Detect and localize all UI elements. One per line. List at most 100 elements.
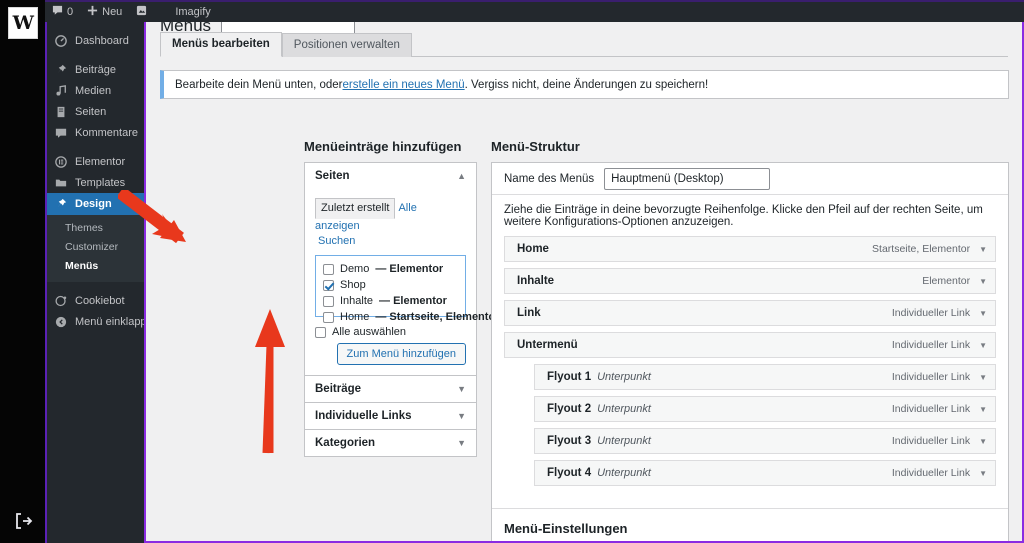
pages-checkbox-list: Demo — Elementor Shop Inhalte — Elemento…	[315, 255, 499, 323]
sidebar-item-cookiebot[interactable]: Cookiebot	[47, 290, 144, 311]
adminbar-new-label: Neu	[102, 6, 123, 18]
adminbar-new[interactable]: Neu	[80, 1, 129, 23]
tab-positionen-verwalten[interactable]: Positionen verwalten	[281, 33, 412, 57]
menu-item-untermenue[interactable]: Untermenü Individueller Link ▼	[504, 332, 996, 358]
wp-admin-bar: 0 Neu Imagify	[45, 0, 1024, 22]
adminbar-comments-count: 0	[67, 6, 74, 18]
menu-item-type: Startseite, Elementor	[872, 243, 971, 255]
page-tabs: Menüs bearbeiten Positionen verwalten	[160, 32, 1008, 57]
sidebar-label: Dashboard	[75, 34, 129, 47]
page-row-demo[interactable]: Demo — Elementor	[323, 262, 458, 278]
chevron-down-icon[interactable]: ▼	[979, 373, 987, 382]
sidebar-item-kommentare[interactable]: Kommentare	[47, 122, 144, 143]
menu-item-title: Untermenü	[517, 339, 578, 351]
demo-checkbox[interactable]	[323, 264, 334, 275]
menu-item-meta: Individueller Link ▼	[892, 435, 987, 447]
info-notice: Bearbeite dein Menü unten, oder erstelle…	[160, 70, 1009, 99]
main-content: Menüs Menüs bearbeiten Positionen verwal…	[146, 22, 1022, 541]
accordion-beitraege-header[interactable]: Beiträge ▼	[305, 376, 476, 402]
screenshot-root: W 0 Neu Imagify Dashboard Beiträge Medie…	[0, 0, 1024, 543]
elementor-icon	[54, 155, 68, 168]
app-rail: W	[0, 0, 45, 543]
chevron-down-icon: ▼	[457, 384, 466, 394]
page-suffix: — Startseite, Elementor	[375, 311, 500, 323]
adminbar-comments[interactable]: 0	[45, 1, 80, 23]
sidebar-item-beitraege[interactable]: Beiträge	[47, 59, 144, 80]
add-menu-items-column: Seiten ▲ Zuletzt erstellt Alle anzeigen S…	[304, 162, 499, 457]
logout-icon[interactable]	[14, 512, 33, 530]
page-label: Shop	[340, 279, 366, 291]
pages-tab-suchen[interactable]: Suchen	[315, 233, 358, 249]
menu-item-flyout-2[interactable]: Flyout 2 Unterpunkt Individueller Link ▼	[534, 396, 996, 422]
accordion-links-header[interactable]: Individuelle Links ▼	[305, 403, 476, 429]
select-all-checkbox[interactable]	[315, 326, 326, 338]
page-row-shop[interactable]: Shop	[323, 278, 458, 294]
adminbar-imagify-icon-wrap[interactable]	[129, 1, 154, 23]
shop-checkbox[interactable]	[323, 280, 334, 291]
menu-item-meta: Individueller Link ▼	[892, 339, 987, 351]
page-row-inhalte[interactable]: Inhalte — Elementor	[323, 294, 458, 310]
menu-item-flyout-1[interactable]: Flyout 1 Unterpunkt Individueller Link ▼	[534, 364, 996, 390]
select-all-label: Alle auswählen	[332, 326, 406, 338]
add-to-menu-button[interactable]: Zum Menü hinzufügen	[336, 343, 466, 365]
accordion-seiten-header[interactable]: Seiten ▲	[305, 163, 476, 189]
wordpress-logo: W	[8, 7, 38, 39]
sidebar-label: Menü einklappen	[75, 315, 144, 328]
pages-tabrow: Zuletzt erstellt Alle anzeigen Suchen	[315, 198, 466, 249]
sidebar-item-elementor[interactable]: Elementor	[47, 151, 144, 172]
comment-bubble-icon	[52, 5, 63, 19]
chevron-down-icon[interactable]: ▼	[979, 309, 987, 318]
sidebar-item-dashboard[interactable]: Dashboard	[47, 30, 144, 51]
sidebar-subitem-menues[interactable]: Menüs	[47, 257, 144, 276]
menu-item-meta: Individueller Link ▼	[892, 467, 987, 479]
accordion-kategorien: Kategorien ▼	[304, 429, 477, 457]
imagify-icon	[136, 5, 147, 19]
sidebar-item-design[interactable]: Design	[47, 193, 144, 215]
sidebar-subitem-customizer[interactable]: Customizer	[47, 238, 144, 257]
notice-text-after: . Vergiss nicht, deine Änderungen zu spe…	[464, 78, 709, 91]
chevron-down-icon[interactable]: ▼	[979, 405, 987, 414]
accordion-seiten: Seiten ▲ Zuletzt erstellt Alle anzeigen S…	[304, 162, 499, 375]
menu-item-subtitle: Unterpunkt	[597, 371, 651, 383]
chevron-down-icon[interactable]: ▼	[979, 277, 987, 286]
adminbar-imagify-label: Imagify	[175, 6, 211, 18]
select-all-row[interactable]: Alle auswählen	[315, 326, 466, 338]
page-row-home[interactable]: Home — Startseite, Elementor	[323, 310, 499, 326]
sidebar-item-templates[interactable]: Templates	[47, 172, 144, 193]
page-suffix: — Elementor	[375, 263, 444, 275]
folder-icon	[54, 177, 68, 189]
chevron-down-icon[interactable]: ▼	[979, 341, 987, 350]
accordion-seiten-body: Zuletzt erstellt Alle anzeigen Suchen Dem…	[305, 189, 499, 375]
chevron-down-icon[interactable]: ▼	[979, 437, 987, 446]
inhalte-checkbox[interactable]	[323, 296, 334, 307]
create-new-menu-link[interactable]: erstelle ein neues Menü	[343, 79, 465, 91]
tab-menues-bearbeiten[interactable]: Menüs bearbeiten	[160, 32, 282, 57]
menu-item-type: Individueller Link	[891, 307, 971, 319]
menu-name-input[interactable]	[604, 167, 771, 190]
sidebar-item-medien[interactable]: Medien	[47, 80, 144, 101]
dashboard-icon	[54, 34, 68, 47]
pages-tab-zuletzt[interactable]: Zuletzt erstellt	[315, 198, 396, 219]
sidebar-subitem-themes[interactable]: Themes	[47, 219, 144, 238]
sidebar-item-seiten[interactable]: Seiten	[47, 101, 144, 122]
sidebar-submenu-design: Themes Customizer Menüs	[47, 215, 144, 282]
sidebar-label: Medien	[75, 84, 112, 97]
comment-icon	[54, 127, 68, 139]
menu-structure-column: Name des Menüs Ziehe die Einträge in dei…	[491, 162, 1009, 541]
home-checkbox[interactable]	[323, 312, 334, 323]
menu-item-flyout-3[interactable]: Flyout 3 Unterpunkt Individueller Link ▼	[534, 428, 996, 454]
menu-item-flyout-4[interactable]: Flyout 4 Unterpunkt Individueller Link ▼	[534, 460, 996, 486]
chevron-down-icon: ▼	[457, 438, 466, 448]
right-column-heading: Menü-Struktur	[491, 139, 580, 154]
chevron-down-icon[interactable]: ▼	[979, 245, 987, 254]
menu-item-inhalte[interactable]: Inhalte Elementor ▼	[504, 268, 996, 294]
menu-item-title: Link	[517, 307, 541, 319]
accordion-kategorien-header[interactable]: Kategorien ▼	[305, 430, 476, 456]
menu-item-link[interactable]: Link Individueller Link ▼	[504, 300, 996, 326]
adminbar-imagify[interactable]: Imagify	[168, 1, 217, 23]
menu-item-home[interactable]: Home Startseite, Elementor ▼	[504, 236, 996, 262]
sidebar-item-collapse[interactable]: Menü einklappen	[47, 311, 144, 332]
menu-items-list: Home Startseite, Elementor ▼ Inhalte Ele…	[492, 236, 1008, 508]
chevron-down-icon[interactable]: ▼	[979, 469, 987, 478]
menu-item-type: Individueller Link	[891, 467, 971, 479]
